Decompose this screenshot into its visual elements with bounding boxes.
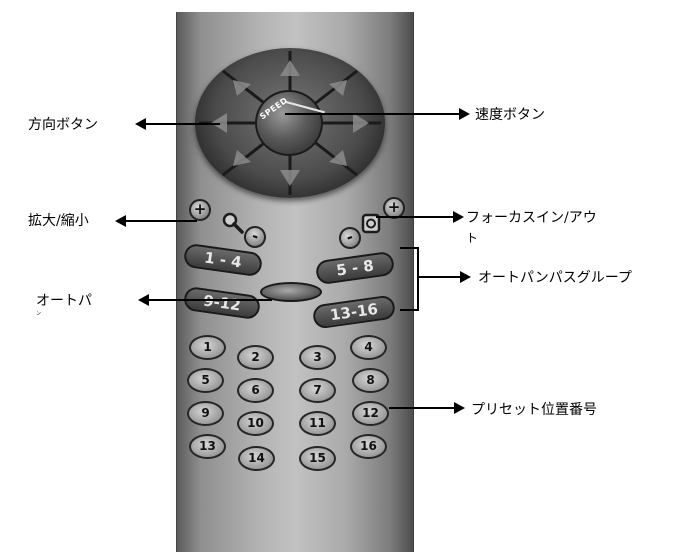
preset-callout: プリセット位置番号 xyxy=(471,402,597,418)
preset-button-2[interactable]: 2 xyxy=(237,345,274,370)
preset-button-6[interactable]: 6 xyxy=(237,378,274,403)
magnifier-icon xyxy=(222,212,244,234)
focus-callout-line2: ト xyxy=(466,231,479,245)
arrow-downright-icon xyxy=(329,150,347,166)
preset-button-12[interactable]: 12 xyxy=(352,401,389,426)
arrow-upright-icon xyxy=(329,80,347,96)
preset-callout-arrow xyxy=(389,402,465,414)
preset-button-16[interactable]: 16 xyxy=(350,434,387,459)
preset-button-3[interactable]: 3 xyxy=(299,345,336,370)
speed-button[interactable] xyxy=(255,90,323,156)
preset-button-15[interactable]: 15 xyxy=(299,446,336,471)
zoom-callout: 拡大/縮小 xyxy=(28,213,89,229)
direction-callout-arrow xyxy=(135,118,220,130)
speed-callout: 速度ボタン xyxy=(475,107,545,123)
autopan-callout-line1: オートパ xyxy=(36,293,92,309)
preset-button-10[interactable]: 10 xyxy=(237,411,274,436)
zoom-callout-arrow xyxy=(115,215,197,227)
group-bracket-bottom xyxy=(400,309,419,311)
arrow-down-icon xyxy=(280,170,300,186)
arrow-up-icon xyxy=(280,60,300,76)
zoom-in-button[interactable]: + xyxy=(189,199,211,221)
preset-button-13[interactable]: 13 xyxy=(189,434,226,459)
autopan-callout-arrow xyxy=(138,294,272,306)
preset-button-14[interactable]: 14 xyxy=(238,446,275,471)
autopan-group-callout: オートパンパスグループ xyxy=(478,270,632,286)
focus-callout-arrow xyxy=(376,211,464,223)
direction-callout: 方向ボタン xyxy=(28,117,98,133)
arrow-right-icon xyxy=(353,113,369,133)
focus-callout-line1: フォーカスイン/アウ xyxy=(466,210,597,226)
speed-callout-arrow xyxy=(285,108,470,120)
preset-button-4[interactable]: 4 xyxy=(350,335,387,360)
preset-button-9[interactable]: 9 xyxy=(187,401,224,426)
autopan-group-callout-arrow xyxy=(419,271,471,283)
arrow-upleft-icon xyxy=(233,80,251,96)
preset-button-7[interactable]: 7 xyxy=(299,378,336,403)
arrow-downleft-icon xyxy=(233,150,251,166)
preset-button-8[interactable]: 8 xyxy=(352,368,389,393)
preset-button-11[interactable]: 11 xyxy=(299,411,336,436)
preset-button-1[interactable]: 1 xyxy=(189,335,226,360)
group-bracket-vertical xyxy=(417,247,419,311)
autopan-callout-line2: ン xyxy=(36,311,42,317)
preset-button-5[interactable]: 5 xyxy=(187,368,224,393)
